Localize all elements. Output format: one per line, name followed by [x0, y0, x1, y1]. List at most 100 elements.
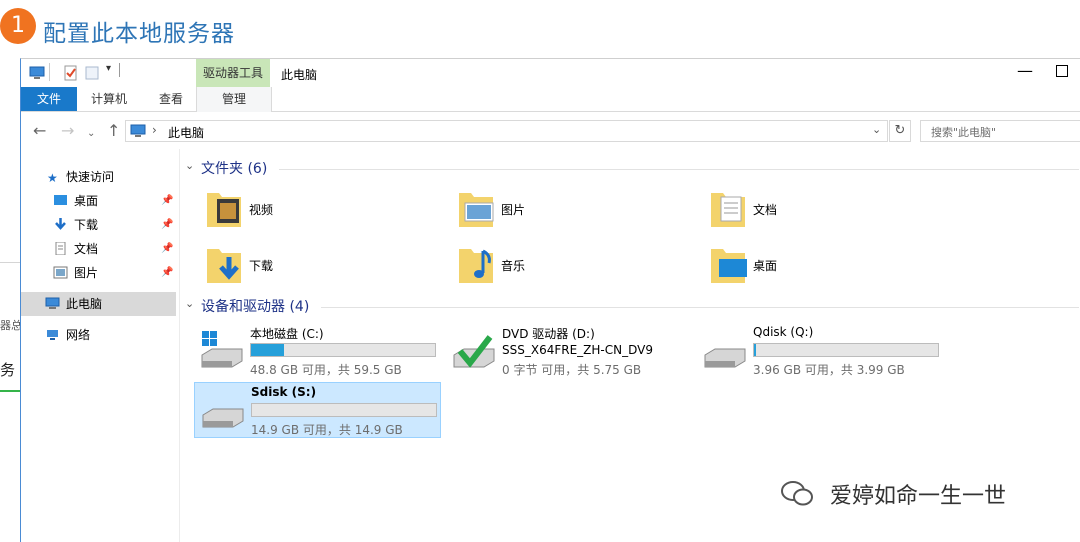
nav-label: 图片: [74, 266, 99, 280]
nav-item-network[interactable]: 网络: [21, 323, 176, 347]
folder-music[interactable]: 音乐: [457, 243, 677, 289]
pin-icon[interactable]: 📌: [161, 213, 173, 237]
tab-view[interactable]: 查看: [143, 87, 199, 111]
drive-usage-bar: [753, 343, 939, 357]
forward-arrow-icon[interactable]: →: [61, 123, 74, 139]
background-label: 器总: [0, 319, 22, 332]
section-divider: [279, 169, 1079, 170]
desktop-icon: [54, 195, 67, 205]
nav-label: 文档: [74, 242, 99, 256]
drive-usage-bar: [251, 403, 437, 417]
drive-s[interactable]: Sdisk (S:) 14.9 GB 可用，共 14.9 GB: [194, 382, 441, 438]
folder-desktop[interactable]: 桌面: [709, 243, 929, 289]
tab-manage[interactable]: 管理: [196, 87, 272, 112]
collapse-chevron-icon[interactable]: ⌄: [185, 159, 194, 172]
download-arrow-icon: [55, 218, 66, 230]
computer-icon: [29, 66, 45, 79]
drive-name: Sdisk (S:): [251, 385, 317, 399]
drive-volume-label: SSS_X64FRE_ZH-CN_DV9: [502, 343, 653, 357]
search-input[interactable]: 搜索"此电脑": [920, 120, 1080, 142]
drive-tools-context-tab[interactable]: 驱动器工具: [196, 59, 270, 87]
address-dropdown-chevron-icon[interactable]: ⌄: [872, 123, 881, 136]
pin-icon[interactable]: 📌: [161, 261, 173, 285]
tab-computer[interactable]: 计算机: [81, 87, 137, 111]
nav-label: 下载: [74, 218, 99, 232]
nav-item-pictures[interactable]: 图片 📌: [21, 261, 176, 285]
background-window-fragment: 器总 务: [0, 262, 22, 542]
back-arrow-icon[interactable]: ←: [33, 123, 46, 139]
refresh-icon[interactable]: ↻: [889, 120, 911, 142]
nav-item-documents[interactable]: 文档 📌: [21, 237, 176, 261]
pin-icon[interactable]: 📌: [161, 237, 173, 261]
document-icon: [55, 242, 66, 255]
computer-icon: [45, 297, 60, 309]
window-title: 此电脑: [281, 68, 318, 82]
address-row: ← → ⌄ ↑ › 此电脑 ⌄ ↻ 搜索"此电脑": [21, 115, 1080, 147]
windows-drive-icon: [201, 331, 243, 368]
drive-usage-fill: [251, 344, 285, 356]
properties-icon[interactable]: [63, 65, 79, 81]
drive-free-space: 14.9 GB 可用，共 14.9 GB: [251, 423, 403, 437]
drive-name: DVD 驱动器 (D:): [502, 327, 595, 341]
drive-usage-bar: [250, 343, 436, 357]
drive-d[interactable]: DVD 驱动器 (D:) SSS_X64FRE_ZH-CN_DV9 0 字节 可…: [446, 323, 692, 379]
hard-drive-icon: [704, 348, 746, 368]
new-folder-icon[interactable]: [84, 65, 100, 81]
drive-free-space: 48.8 GB 可用，共 59.5 GB: [250, 363, 402, 377]
folder-pictures[interactable]: 图片: [457, 187, 677, 233]
music-folder-icon: [459, 249, 493, 283]
address-bar[interactable]: › 此电脑 ⌄: [125, 120, 888, 142]
address-text: 此电脑: [168, 126, 205, 140]
nav-label: 快速访问: [66, 170, 115, 184]
picture-icon: [53, 266, 68, 279]
section-divider: [321, 307, 1079, 308]
nav-quick-access[interactable]: ★ 快速访问: [21, 165, 176, 189]
documents-folder-icon: [711, 193, 745, 227]
folder-label: 桌面: [753, 259, 778, 273]
minimize-button[interactable]: —: [1013, 61, 1037, 85]
folder-label: 下载: [249, 259, 274, 273]
background-green-bar: [0, 390, 22, 392]
pictures-folder-icon: [459, 193, 494, 227]
folder-downloads[interactable]: 下载: [205, 243, 425, 289]
background-text: 务: [0, 361, 16, 379]
drive-q[interactable]: Qdisk (Q:) 3.96 GB 可用，共 3.99 GB: [697, 323, 943, 379]
divider: [49, 63, 50, 81]
drives-section-header[interactable]: 设备和驱动器 (4): [201, 296, 309, 316]
wechat-logo-icon: [781, 481, 813, 506]
network-icon: [47, 330, 58, 340]
watermark-text: 爱婷如命一生一世: [830, 484, 1007, 509]
drive-free-space: 0 字节 可用，共 5.75 GB: [502, 363, 642, 377]
pin-icon[interactable]: 📌: [161, 189, 173, 213]
collapse-chevron-icon[interactable]: ⌄: [185, 297, 194, 310]
drive-free-space: 3.96 GB 可用，共 3.99 GB: [753, 363, 905, 377]
divider: [119, 63, 120, 77]
explorer-window: ▾ 驱动器工具 此电脑 — 文件 计算机 查看 管理 ← → ⌄ ↑ › 此电脑…: [20, 58, 1080, 542]
hard-drive-icon: [202, 408, 244, 428]
recent-locations-chevron-icon[interactable]: ⌄: [87, 126, 95, 142]
drive-name: Qdisk (Q:): [753, 325, 814, 339]
tab-file[interactable]: 文件: [21, 87, 77, 111]
nav-item-downloads[interactable]: 下载 📌: [21, 213, 176, 237]
folder-label: 音乐: [501, 259, 526, 273]
dvd-drive-icon: [453, 335, 495, 368]
nav-item-this-pc[interactable]: 此电脑: [21, 292, 176, 316]
navigation-pane: ★ 快速访问 桌面 📌 下载 📌 文档 📌 图片 📌 此电脑 网络: [21, 149, 180, 542]
folders-section-header[interactable]: 文件夹 (6): [201, 158, 267, 178]
drive-c[interactable]: 本地磁盘 (C:) 48.8 GB 可用，共 59.5 GB: [194, 323, 440, 379]
nav-label: 此电脑: [66, 297, 103, 311]
maximize-button[interactable]: [1056, 65, 1068, 77]
computer-icon: [130, 124, 146, 137]
folder-label: 视频: [249, 203, 274, 217]
nav-item-desktop[interactable]: 桌面 📌: [21, 189, 176, 213]
nav-label: 网络: [66, 328, 91, 342]
drive-name: 本地磁盘 (C:): [250, 327, 324, 341]
step-title: 配置此本地服务器: [43, 21, 235, 47]
breadcrumb-chevron-icon[interactable]: ›: [152, 123, 157, 137]
nav-label: 桌面: [74, 194, 99, 208]
desktop-folder-icon: [711, 249, 747, 283]
folder-documents[interactable]: 文档: [709, 187, 929, 233]
folder-videos[interactable]: 视频: [205, 187, 425, 233]
video-folder-icon: [207, 193, 241, 227]
up-arrow-icon[interactable]: ↑: [107, 123, 120, 139]
